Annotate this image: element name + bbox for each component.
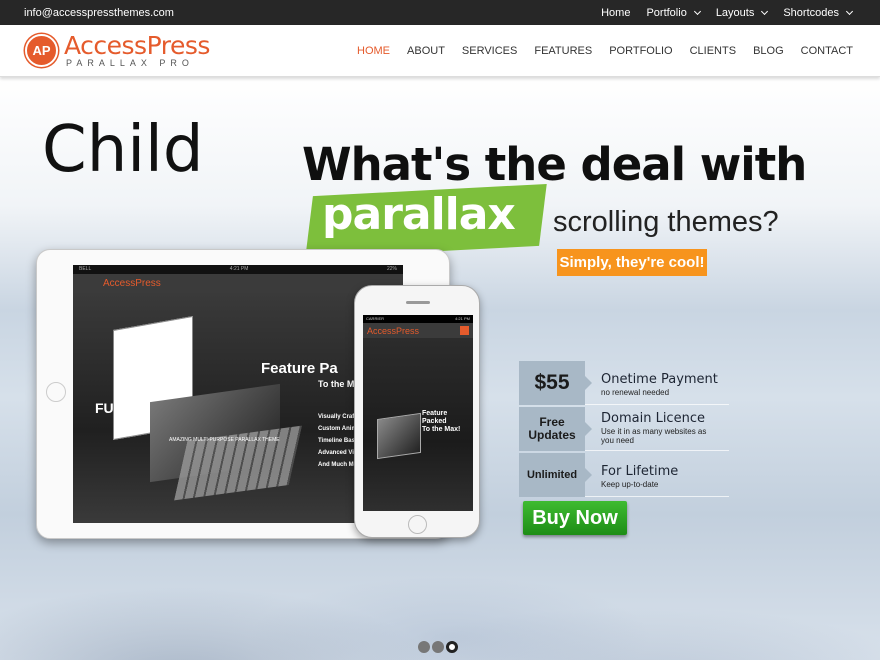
price-box: Unlimited (519, 453, 592, 497)
slide-dot-1[interactable] (418, 641, 430, 653)
price-box: $55 (519, 361, 592, 405)
nav-blog[interactable]: BLOG (753, 45, 784, 57)
chevron-down-icon (761, 7, 769, 16)
hero-tagline: Simply, they're cool! (557, 249, 707, 276)
pricing-row: Unlimited For Lifetime Keep up-to-date (519, 453, 729, 497)
phone-home-button (408, 515, 427, 534)
nav-about[interactable]: ABOUT (407, 45, 445, 57)
pricing-table: $55 Onetime Payment no renewal needed Fr… (519, 361, 729, 499)
pricing-row: $55 Onetime Payment no renewal needed (519, 361, 729, 405)
main-nav: HOME ABOUT SERVICES FEATURES PORTFOLIO C… (357, 45, 853, 57)
phone-logo: AccessPress (367, 325, 420, 336)
buy-now-button[interactable]: Buy Now (523, 501, 627, 535)
logo-name: AccessPress (64, 31, 210, 60)
phone-feature-title: Feature Packed (422, 410, 448, 425)
nav-clients[interactable]: CLIENTS (690, 45, 736, 57)
slide-dot-3[interactable] (446, 641, 458, 653)
logo-mark: AP (25, 34, 58, 67)
pricing-row: Free Updates Domain Licence Use it in as… (519, 407, 729, 451)
menu-icon (460, 326, 469, 335)
hero-subheadline: scrolling themes? (553, 206, 779, 238)
top-nav-shortcodes[interactable]: Shortcodes (783, 7, 854, 19)
site-logo[interactable]: AP AccessPress PARALLAX PRO (25, 33, 210, 68)
nav-features[interactable]: FEATURES (534, 45, 592, 57)
slider-pagination (418, 641, 458, 653)
phone-mockup: CARRIER 4:21 PM AccessPress Feature Pack… (354, 285, 480, 538)
chevron-down-icon (693, 7, 701, 16)
contact-email[interactable]: info@accesspressthemes.com (24, 7, 174, 19)
phone-screen: CARRIER 4:21 PM AccessPress Feature Pack… (363, 315, 473, 511)
nav-portfolio[interactable]: PORTFOLIO (609, 45, 672, 57)
top-nav-portfolio[interactable]: Portfolio (646, 7, 701, 19)
tablet-logo: AccessPress (103, 278, 161, 289)
nav-contact[interactable]: CONTACT (801, 45, 853, 57)
slide-dot-2[interactable] (432, 641, 444, 653)
price-box: Free Updates (519, 407, 592, 451)
top-bar: info@accesspressthemes.com Home Portfoli… (0, 0, 880, 25)
hero-highlight: parallax (322, 189, 516, 240)
tablet-home-button (46, 382, 66, 402)
top-nav: Home Portfolio Layouts Shortcodes (601, 7, 854, 19)
chevron-down-icon (845, 7, 854, 16)
top-nav-home[interactable]: Home (601, 7, 630, 19)
tablet-feature-title: Feature Pa (261, 360, 338, 377)
child-label: Child (42, 113, 204, 187)
top-nav-layouts[interactable]: Layouts (716, 7, 769, 19)
logo-subtitle: PARALLAX PRO (66, 58, 194, 68)
site-header: AP AccessPress PARALLAX PRO HOME ABOUT S… (0, 25, 880, 77)
nav-services[interactable]: SERVICES (462, 45, 517, 57)
hero-headline: What's the deal with (302, 138, 807, 191)
nav-home[interactable]: HOME (357, 45, 390, 57)
